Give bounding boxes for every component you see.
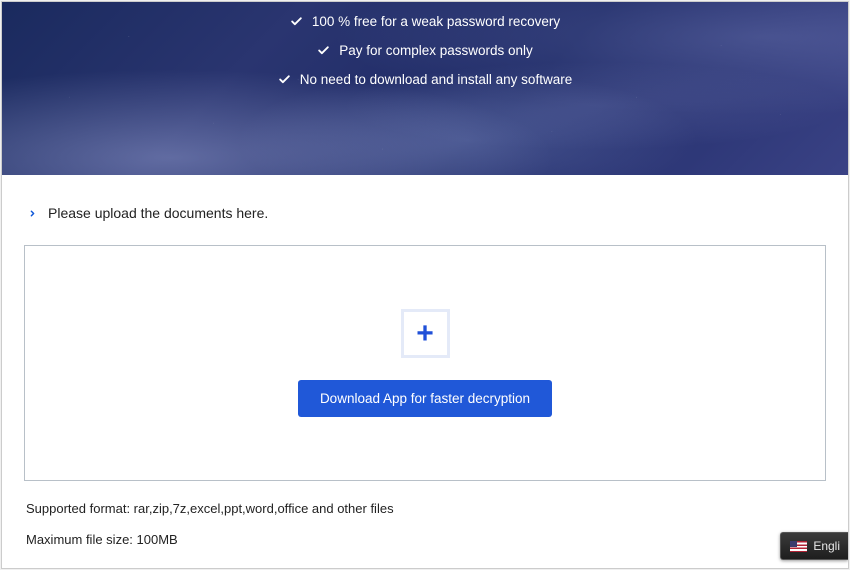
feature-text: No need to download and install any soft… xyxy=(300,72,572,87)
upload-heading: Please upload the documents here. xyxy=(48,205,268,221)
us-flag-icon xyxy=(790,541,807,552)
upload-section-header: Please upload the documents here. xyxy=(24,205,826,221)
chevron-right-icon xyxy=(28,207,37,220)
check-icon xyxy=(290,15,303,28)
hero-banner: 100 % free for a weak password recovery … xyxy=(2,2,848,175)
language-label: Engli xyxy=(813,539,840,553)
feature-item: Pay for complex passwords only xyxy=(2,36,848,65)
content-area: Please upload the documents here. + Down… xyxy=(2,175,848,547)
check-icon xyxy=(278,73,291,86)
max-filesize-text: Maximum file size: 100MB xyxy=(24,532,826,547)
add-file-button[interactable]: + xyxy=(401,309,450,358)
page-container: 100 % free for a weak password recovery … xyxy=(1,1,849,569)
language-selector[interactable]: Engli xyxy=(780,532,848,560)
feature-item: 100 % free for a weak password recovery xyxy=(2,7,848,36)
download-app-button[interactable]: Download App for faster decryption xyxy=(298,380,552,417)
feature-text: Pay for complex passwords only xyxy=(339,43,533,58)
check-icon xyxy=(317,44,330,57)
upload-dropzone[interactable]: + Download App for faster decryption xyxy=(24,245,826,481)
supported-formats-text: Supported format: rar,zip,7z,excel,ppt,w… xyxy=(24,501,826,516)
feature-item: No need to download and install any soft… xyxy=(2,65,848,94)
plus-icon: + xyxy=(416,319,434,349)
feature-text: 100 % free for a weak password recovery xyxy=(312,14,560,29)
